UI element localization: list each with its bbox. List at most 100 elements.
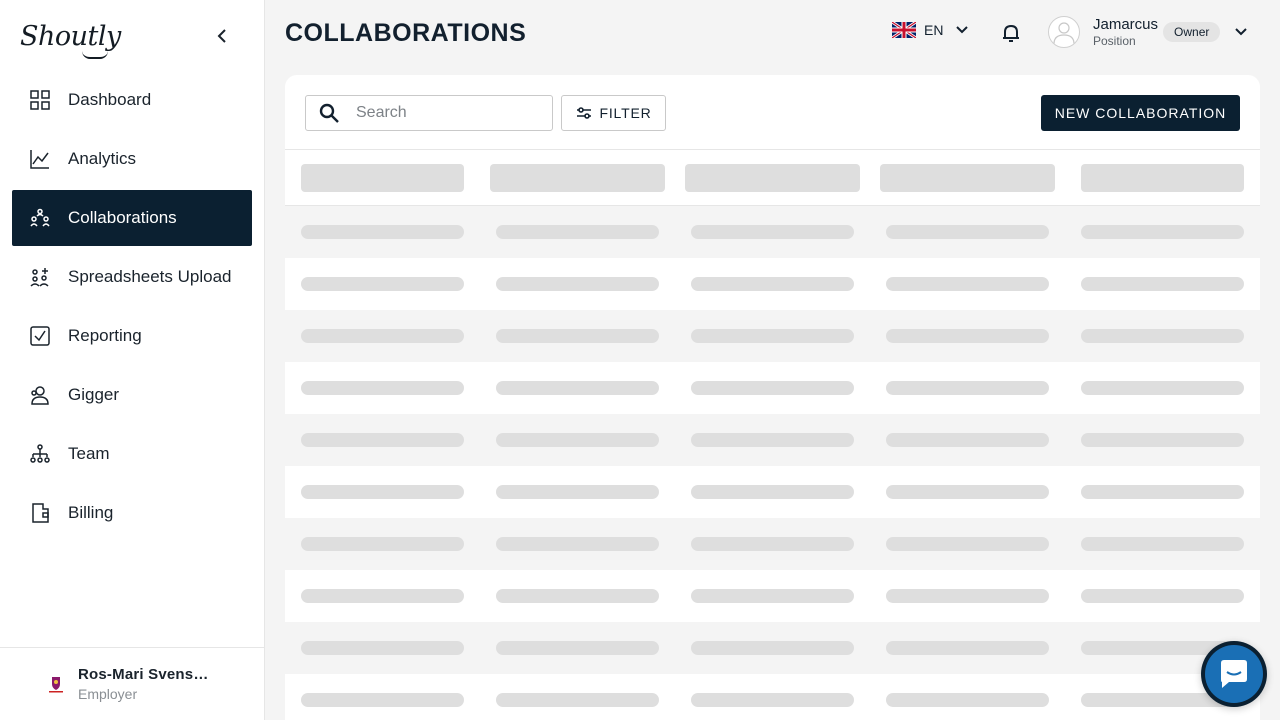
table-row: [285, 622, 1260, 674]
skeleton-cell: [886, 433, 1049, 447]
sidebar-item-label: Spreadsheets Upload: [68, 267, 232, 286]
skeleton-cell: [496, 277, 659, 291]
skeleton-cell: [496, 225, 659, 239]
user-placeholder-icon: [1053, 22, 1075, 45]
skeleton-cell: [496, 641, 659, 655]
table-row: [285, 674, 1260, 720]
sidebar-item-reporting[interactable]: Reporting: [12, 308, 252, 364]
collaborations-card: FILTER NEW COLLABORATION: [285, 75, 1260, 720]
table-row: [285, 310, 1260, 362]
bell-icon: [1003, 24, 1019, 42]
sidebar-item-analytics[interactable]: Analytics: [12, 131, 252, 187]
search-input[interactable]: [356, 104, 536, 122]
logo-swoosh: [82, 51, 108, 59]
filter-label: FILTER: [599, 105, 652, 121]
sidebar-item-billing[interactable]: Billing: [12, 485, 252, 541]
skeleton-cell: [496, 381, 659, 395]
company-info: Ros-Mari Svensso... Employer: [78, 666, 213, 702]
table-row: [285, 206, 1260, 258]
sidebar: Shoutly Dashboard Analytics Collaboratio…: [0, 0, 265, 720]
sidebar-item-label: Team: [68, 444, 110, 463]
table-header-skeleton: [285, 150, 1260, 206]
dashboard-icon: [30, 90, 50, 110]
collapse-sidebar-button[interactable]: [212, 26, 232, 46]
shoutly-logo[interactable]: Shoutly: [20, 20, 121, 59]
skeleton-header-cell: [490, 164, 665, 192]
table-row: [285, 414, 1260, 466]
skeleton-cell: [886, 537, 1049, 551]
skeleton-cell: [301, 537, 464, 551]
skeleton-cell: [886, 277, 1049, 291]
skeleton-cell: [1081, 433, 1244, 447]
team-icon: [30, 444, 50, 464]
gigger-icon: [30, 385, 50, 405]
sidebar-item-collaborations[interactable]: Collaborations: [12, 190, 252, 246]
page-title: COLLABORATIONS: [285, 18, 527, 47]
user-menu[interactable]: Jamarcus Position Owner: [1048, 16, 1248, 48]
sidebar-item-label: Collaborations: [68, 208, 177, 227]
skeleton-cell: [301, 433, 464, 447]
skeleton-cell: [496, 329, 659, 343]
skeleton-cell: [886, 641, 1049, 655]
sidebar-item-spreadsheets-upload[interactable]: Spreadsheets Upload: [12, 249, 252, 305]
logo-text: Shoutly: [20, 20, 121, 52]
page-header: COLLABORATIONS EN Jamarcus Position Owne…: [285, 0, 1260, 66]
logo-row: Shoutly: [0, 0, 264, 72]
sidebar-item-label: Dashboard: [68, 90, 152, 109]
skeleton-cell: [301, 381, 464, 395]
skeleton-cell: [1081, 589, 1244, 603]
skeleton-cell: [886, 381, 1049, 395]
skeleton-cell: [886, 693, 1049, 707]
skeleton-cell: [496, 537, 659, 551]
chevron-down-icon: [1235, 28, 1248, 36]
skeleton-cell: [1081, 381, 1244, 395]
skeleton-cell: [301, 693, 464, 707]
skeleton-header-cell: [1081, 164, 1244, 192]
notifications-button[interactable]: [1000, 22, 1022, 44]
skeleton-cell: [886, 225, 1049, 239]
skeleton-cell: [691, 329, 854, 343]
uk-flag-icon: [892, 22, 916, 38]
skeleton-cell: [301, 641, 464, 655]
company-role: Employer: [78, 686, 138, 702]
skeleton-cell: [691, 381, 854, 395]
skeleton-cell: [496, 485, 659, 499]
skeleton-header-cell: [880, 164, 1055, 192]
collaborations-icon: [30, 208, 50, 228]
language-selector[interactable]: EN: [892, 22, 969, 38]
chat-inner: [1205, 645, 1263, 703]
table-body-skeleton: [285, 206, 1260, 720]
table-row: [285, 518, 1260, 570]
skeleton-header-cell: [685, 164, 860, 192]
user-name: Jamarcus: [1093, 16, 1159, 33]
skeleton-cell: [886, 485, 1049, 499]
chevron-left-icon: [217, 29, 226, 43]
skeleton-cell: [1081, 485, 1244, 499]
table-row: [285, 258, 1260, 310]
language-code: EN: [924, 22, 944, 38]
filter-button[interactable]: FILTER: [561, 95, 666, 131]
skeleton-cell: [1081, 225, 1244, 239]
skeleton-cell: [301, 329, 464, 343]
sidebar-item-dashboard[interactable]: Dashboard: [12, 72, 252, 128]
avatar: [1048, 16, 1080, 48]
skeleton-cell: [301, 589, 464, 603]
skeleton-cell: [301, 485, 464, 499]
chevron-down-icon: [956, 26, 969, 34]
analytics-icon: [30, 149, 50, 169]
skeleton-cell: [691, 433, 854, 447]
sidebar-item-team[interactable]: Team: [12, 426, 252, 482]
company-switcher[interactable]: Ros-Mari Svensso... Employer: [0, 647, 265, 720]
skeleton-cell: [691, 225, 854, 239]
company-logo-icon: [44, 672, 68, 696]
new-collaboration-button[interactable]: NEW COLLABORATION: [1041, 95, 1240, 131]
sidebar-item-label: Gigger: [68, 385, 120, 404]
role-badge: Owner: [1163, 22, 1221, 42]
chat-widget-button[interactable]: [1201, 641, 1267, 707]
skeleton-cell: [496, 589, 659, 603]
skeleton-cell: [1081, 537, 1244, 551]
skeleton-cell: [496, 433, 659, 447]
skeleton-cell: [301, 277, 464, 291]
skeleton-cell: [1081, 277, 1244, 291]
sidebar-item-gigger[interactable]: Gigger: [12, 367, 252, 423]
